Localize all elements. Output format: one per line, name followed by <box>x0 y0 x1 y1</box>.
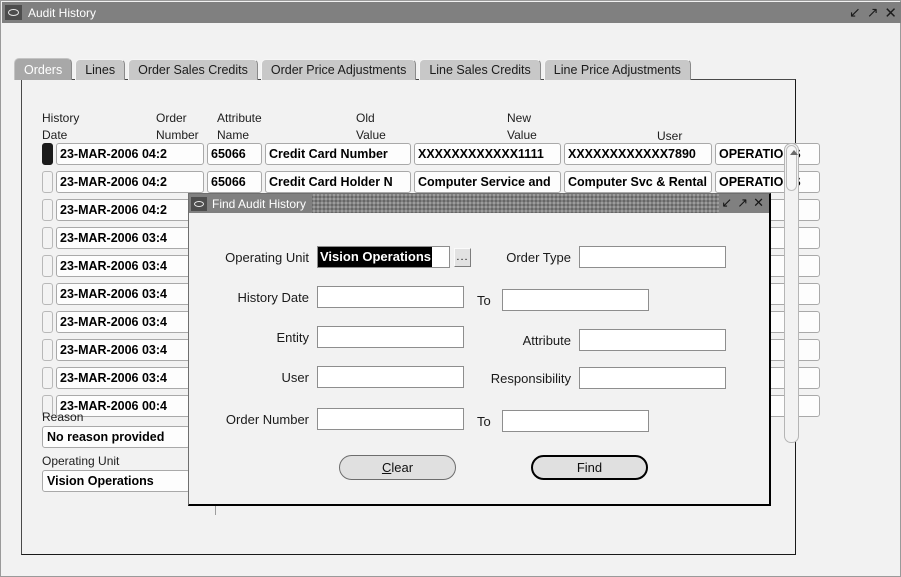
oval-window-icon <box>191 196 207 211</box>
cell-history-date[interactable]: 23-MAR-2006 04:2 <box>56 171 204 193</box>
window-titlebar: Audit History ↙ ↗ ✕ <box>2 2 901 23</box>
dialog-minimize-button[interactable]: ↙ <box>721 197 732 210</box>
cell-user[interactable]: OPERATIONS <box>715 143 820 165</box>
order-type-label: Order Type <box>506 249 571 265</box>
window-controls: ↙ ↗ ✕ <box>849 2 897 23</box>
operating-unit-field[interactable]: Vision Operations <box>42 470 190 492</box>
order-number-label: Order Number <box>225 411 309 427</box>
tab-lines[interactable]: Lines <box>75 59 126 80</box>
row-selector[interactable] <box>42 227 53 249</box>
tab-order-price-adjustments[interactable]: Order Price Adjustments <box>260 59 417 80</box>
tab-orders[interactable]: Orders <box>14 58 73 80</box>
cell-history-date[interactable]: 23-MAR-2006 03:4 <box>56 283 204 305</box>
column-header-history-date: History Date <box>42 111 80 142</box>
reason-label: Reason <box>42 410 84 424</box>
cell-history-date[interactable]: 23-MAR-2006 03:4 <box>56 367 204 389</box>
tab-line-price-adjustments[interactable]: Line Price Adjustments <box>543 59 691 80</box>
operating-unit-selected-text: Vision Operations <box>318 247 433 267</box>
dialog-operating-unit-label: Operating Unit <box>225 249 309 265</box>
row-selector[interactable] <box>42 199 53 221</box>
dialog-close-button[interactable]: ✕ <box>753 197 764 210</box>
clear-button-label: Clear <box>382 460 413 475</box>
order-number-from-input[interactable] <box>317 408 464 430</box>
cell-new-value[interactable]: Computer Svc & Rental <box>564 171 712 193</box>
cell-old-value[interactable]: XXXXXXXXXXXX1111 <box>414 143 561 165</box>
tab-line-sales-credits[interactable]: Line Sales Credits <box>419 59 541 80</box>
cell-history-date[interactable]: 23-MAR-2006 03:4 <box>56 255 204 277</box>
history-date-label: History Date <box>237 289 309 305</box>
column-header-attribute-name: Attribute Name <box>217 111 262 142</box>
row-selector[interactable] <box>42 255 53 277</box>
cell-history-date[interactable]: 23-MAR-2006 04:2 <box>56 199 204 221</box>
cell-order-number[interactable]: 65066 <box>207 171 262 193</box>
window-title: Audit History <box>28 5 97 20</box>
row-selector[interactable] <box>42 171 53 193</box>
attribute-input[interactable] <box>579 329 726 351</box>
column-header-old-value: Old Value <box>356 111 386 142</box>
cell-attribute-name[interactable]: Credit Card Number <box>265 143 411 165</box>
row-selector[interactable] <box>42 367 53 389</box>
order-type-input[interactable] <box>579 246 726 268</box>
operating-unit-label: Operating Unit <box>42 454 120 468</box>
table-row[interactable]: 23-MAR-2006 04:2 65066 Credit Card Holde… <box>42 170 820 194</box>
history-date-to-input[interactable] <box>501 289 649 311</box>
cell-order-number[interactable]: 65066 <box>207 143 262 165</box>
order-number-to-input[interactable] <box>501 410 649 432</box>
row-selector[interactable] <box>42 339 53 361</box>
dialog-maximize-button[interactable]: ↗ <box>737 197 748 210</box>
cell-old-value[interactable]: Computer Service and <box>414 171 561 193</box>
row-selector[interactable] <box>42 311 53 333</box>
cell-history-date[interactable]: 23-MAR-2006 03:4 <box>56 311 204 333</box>
history-date-from-input[interactable] <box>317 286 464 308</box>
entity-input[interactable] <box>317 326 464 348</box>
find-audit-history-dialog: Find Audit History ↙ ↗ ✕ Operating Unit … <box>188 193 771 506</box>
history-date-to-label: To <box>477 292 491 308</box>
oval-window-icon <box>5 5 22 20</box>
cell-history-date[interactable]: 23-MAR-2006 03:4 <box>56 227 204 249</box>
entity-label: Entity <box>276 329 309 345</box>
dialog-titlebar: Find Audit History ↙ ↗ ✕ <box>189 194 769 213</box>
attribute-label: Attribute <box>522 332 571 348</box>
column-header-order-number: Order Number <box>156 111 199 142</box>
close-button[interactable]: ✕ <box>884 5 897 20</box>
clear-label-rest: lear <box>391 460 414 475</box>
titlebar-texture <box>312 194 720 213</box>
operating-unit-lov-button[interactable]: ... <box>454 247 471 267</box>
dialog-controls: ↙ ↗ ✕ <box>721 197 769 210</box>
minimize-button[interactable]: ↙ <box>849 6 861 20</box>
maximize-button[interactable]: ↗ <box>867 6 879 20</box>
tab-order-sales-credits[interactable]: Order Sales Credits <box>128 59 258 80</box>
grid-vertical-scrollbar[interactable] <box>784 143 799 443</box>
cell-user[interactable]: OPERATIONS <box>715 171 820 193</box>
order-number-to-label: To <box>477 413 491 429</box>
cell-history-date[interactable]: 23-MAR-2006 04:2 <box>56 143 204 165</box>
record-detail-block: Reason No reason provided Operating Unit… <box>42 410 216 515</box>
triangle-up-icon <box>790 150 798 155</box>
table-row[interactable]: 23-MAR-2006 04:2 65066 Credit Card Numbe… <box>42 142 820 166</box>
column-header-new-value: New Value <box>507 111 537 142</box>
tabstrip: Orders Lines Order Sales Credits Order P… <box>14 58 694 80</box>
cell-history-date[interactable]: 23-MAR-2006 03:4 <box>56 339 204 361</box>
scrollbar-thumb[interactable] <box>786 145 798 191</box>
dialog-body: Operating Unit Vision Operations ... Ord… <box>189 213 769 504</box>
reason-field[interactable]: No reason provided <box>42 426 190 448</box>
user-input[interactable] <box>317 366 464 388</box>
user-label: User <box>281 369 309 385</box>
responsibility-input[interactable] <box>579 367 726 389</box>
clear-button[interactable]: Clear <box>339 455 456 480</box>
cell-new-value[interactable]: XXXXXXXXXXXX7890 <box>564 143 712 165</box>
row-selector[interactable] <box>42 143 53 165</box>
operating-unit-input[interactable]: Vision Operations <box>317 246 450 268</box>
clear-mnemonic: C <box>381 460 392 475</box>
audit-history-window: Audit History ↙ ↗ ✕ Orders Lines Order S… <box>0 0 901 577</box>
dialog-title: Find Audit History <box>212 196 307 211</box>
cell-attribute-name[interactable]: Credit Card Holder N <box>265 171 411 193</box>
responsibility-label: Responsibility <box>490 370 571 386</box>
find-button[interactable]: Find <box>531 455 648 480</box>
row-selector[interactable] <box>42 283 53 305</box>
